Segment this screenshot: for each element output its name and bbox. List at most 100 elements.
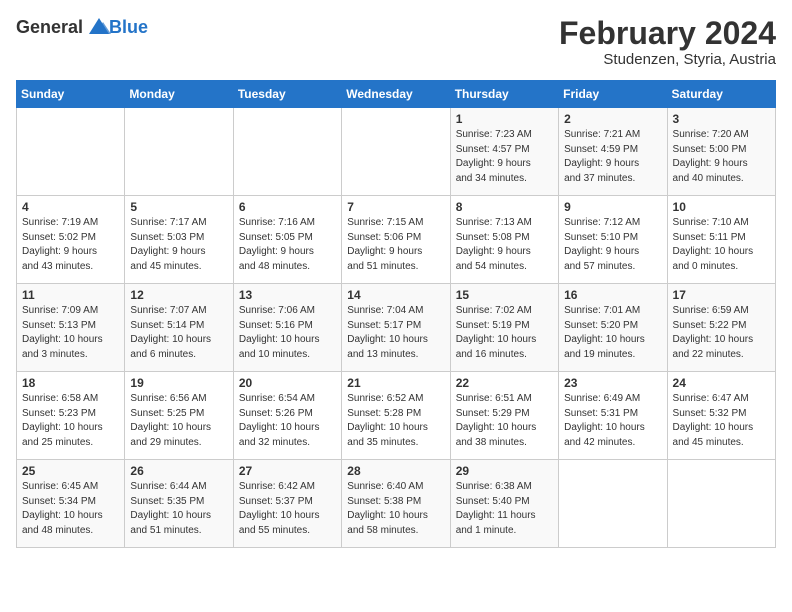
calendar-cell: 10 Sunrise: 7:10 AM Sunset: 5:11 PM Dayli… bbox=[667, 196, 775, 284]
calendar-cell: 16 Sunrise: 7:01 AM Sunset: 5:20 PM Dayli… bbox=[559, 284, 667, 372]
day-number: 3 bbox=[673, 112, 770, 126]
calendar-cell: 17 Sunrise: 6:59 AM Sunset: 5:22 PM Dayli… bbox=[667, 284, 775, 372]
cell-content: Sunrise: 6:59 AM Sunset: 5:22 PM Dayligh… bbox=[673, 304, 770, 362]
calendar-cell: 11 Sunrise: 7:09 AM Sunset: 5:13 PM Dayli… bbox=[17, 284, 125, 372]
day-number: 2 bbox=[564, 112, 661, 126]
cell-content: Sunrise: 7:01 AM Sunset: 5:20 PM Dayligh… bbox=[564, 304, 661, 362]
cell-content: Sunrise: 6:38 AM Sunset: 5:40 PM Dayligh… bbox=[456, 480, 553, 538]
day-number: 14 bbox=[347, 288, 444, 302]
cell-content: Sunrise: 7:21 AM Sunset: 4:59 PM Dayligh… bbox=[564, 128, 661, 186]
calendar-cell: 12 Sunrise: 7:07 AM Sunset: 5:14 PM Dayli… bbox=[125, 284, 233, 372]
week-row-1: 1 Sunrise: 7:23 AM Sunset: 4:57 PM Daylig… bbox=[17, 108, 776, 196]
calendar-cell: 27 Sunrise: 6:42 AM Sunset: 5:37 PM Dayli… bbox=[233, 460, 341, 548]
cell-content: Sunrise: 6:40 AM Sunset: 5:38 PM Dayligh… bbox=[347, 480, 444, 538]
calendar-cell: 2 Sunrise: 7:21 AM Sunset: 4:59 PM Daylig… bbox=[559, 108, 667, 196]
page-header: General Blue February 2024 Studenzen, St… bbox=[16, 16, 776, 68]
day-number: 23 bbox=[564, 376, 661, 390]
cell-content: Sunrise: 6:45 AM Sunset: 5:34 PM Dayligh… bbox=[22, 480, 119, 538]
cell-content: Sunrise: 7:19 AM Sunset: 5:02 PM Dayligh… bbox=[22, 216, 119, 274]
calendar-cell: 25 Sunrise: 6:45 AM Sunset: 5:34 PM Dayli… bbox=[17, 460, 125, 548]
day-number: 19 bbox=[130, 376, 227, 390]
calendar-cell bbox=[125, 108, 233, 196]
column-header-thursday: Thursday bbox=[450, 81, 558, 108]
cell-content: Sunrise: 7:15 AM Sunset: 5:06 PM Dayligh… bbox=[347, 216, 444, 274]
day-number: 11 bbox=[22, 288, 119, 302]
cell-content: Sunrise: 7:10 AM Sunset: 5:11 PM Dayligh… bbox=[673, 216, 770, 274]
calendar-cell: 9 Sunrise: 7:12 AM Sunset: 5:10 PM Daylig… bbox=[559, 196, 667, 284]
day-number: 8 bbox=[456, 200, 553, 214]
day-number: 25 bbox=[22, 464, 119, 478]
calendar-cell: 3 Sunrise: 7:20 AM Sunset: 5:00 PM Daylig… bbox=[667, 108, 775, 196]
cell-content: Sunrise: 7:16 AM Sunset: 5:05 PM Dayligh… bbox=[239, 216, 336, 274]
logo-general-text: General bbox=[16, 17, 83, 38]
cell-content: Sunrise: 7:09 AM Sunset: 5:13 PM Dayligh… bbox=[22, 304, 119, 362]
week-row-5: 25 Sunrise: 6:45 AM Sunset: 5:34 PM Dayli… bbox=[17, 460, 776, 548]
logo-blue-text: Blue bbox=[109, 17, 148, 38]
calendar-cell: 15Sunrise: 7:02 AM Sunset: 5:19 PM Dayli… bbox=[450, 284, 558, 372]
calendar-cell bbox=[342, 108, 450, 196]
header-row: SundayMondayTuesdayWednesdayThursdayFrid… bbox=[17, 81, 776, 108]
day-number: 27 bbox=[239, 464, 336, 478]
week-row-4: 18Sunrise: 6:58 AM Sunset: 5:23 PM Dayli… bbox=[17, 372, 776, 460]
column-header-tuesday: Tuesday bbox=[233, 81, 341, 108]
column-header-wednesday: Wednesday bbox=[342, 81, 450, 108]
cell-content: Sunrise: 7:12 AM Sunset: 5:10 PM Dayligh… bbox=[564, 216, 661, 274]
location-subtitle: Studenzen, Styria, Austria bbox=[559, 51, 776, 68]
day-number: 20 bbox=[239, 376, 336, 390]
cell-content: Sunrise: 6:42 AM Sunset: 5:37 PM Dayligh… bbox=[239, 480, 336, 538]
cell-content: Sunrise: 7:20 AM Sunset: 5:00 PM Dayligh… bbox=[673, 128, 770, 186]
calendar-cell: 7 Sunrise: 7:15 AM Sunset: 5:06 PM Daylig… bbox=[342, 196, 450, 284]
column-header-sunday: Sunday bbox=[17, 81, 125, 108]
day-number: 18 bbox=[22, 376, 119, 390]
day-number: 21 bbox=[347, 376, 444, 390]
cell-content: Sunrise: 6:51 AM Sunset: 5:29 PM Dayligh… bbox=[456, 392, 553, 450]
cell-content: Sunrise: 7:17 AM Sunset: 5:03 PM Dayligh… bbox=[130, 216, 227, 274]
day-number: 22 bbox=[456, 376, 553, 390]
calendar-cell: 24Sunrise: 6:47 AM Sunset: 5:32 PM Dayli… bbox=[667, 372, 775, 460]
day-number: 1 bbox=[456, 112, 553, 126]
cell-content: Sunrise: 7:07 AM Sunset: 5:14 PM Dayligh… bbox=[130, 304, 227, 362]
calendar-cell: 19Sunrise: 6:56 AM Sunset: 5:25 PM Dayli… bbox=[125, 372, 233, 460]
calendar-cell: 18Sunrise: 6:58 AM Sunset: 5:23 PM Dayli… bbox=[17, 372, 125, 460]
calendar-table: SundayMondayTuesdayWednesdayThursdayFrid… bbox=[16, 80, 776, 548]
day-number: 13 bbox=[239, 288, 336, 302]
day-number: 5 bbox=[130, 200, 227, 214]
day-number: 17 bbox=[673, 288, 770, 302]
calendar-cell bbox=[233, 108, 341, 196]
calendar-cell: 5 Sunrise: 7:17 AM Sunset: 5:03 PM Daylig… bbox=[125, 196, 233, 284]
day-number: 29 bbox=[456, 464, 553, 478]
day-number: 28 bbox=[347, 464, 444, 478]
week-row-3: 11 Sunrise: 7:09 AM Sunset: 5:13 PM Dayli… bbox=[17, 284, 776, 372]
calendar-cell: 6 Sunrise: 7:16 AM Sunset: 5:05 PM Daylig… bbox=[233, 196, 341, 284]
calendar-cell: 26Sunrise: 6:44 AM Sunset: 5:35 PM Dayli… bbox=[125, 460, 233, 548]
day-number: 9 bbox=[564, 200, 661, 214]
cell-content: Sunrise: 7:06 AM Sunset: 5:16 PM Dayligh… bbox=[239, 304, 336, 362]
logo: General Blue bbox=[16, 16, 148, 38]
cell-content: Sunrise: 7:04 AM Sunset: 5:17 PM Dayligh… bbox=[347, 304, 444, 362]
calendar-cell: 22 Sunrise: 6:51 AM Sunset: 5:29 PM Dayli… bbox=[450, 372, 558, 460]
title-area: February 2024 Studenzen, Styria, Austria bbox=[559, 16, 776, 68]
day-number: 10 bbox=[673, 200, 770, 214]
column-header-saturday: Saturday bbox=[667, 81, 775, 108]
calendar-cell bbox=[559, 460, 667, 548]
cell-content: Sunrise: 7:23 AM Sunset: 4:57 PM Dayligh… bbox=[456, 128, 553, 186]
column-header-friday: Friday bbox=[559, 81, 667, 108]
calendar-cell: 4Sunrise: 7:19 AM Sunset: 5:02 PM Daylig… bbox=[17, 196, 125, 284]
calendar-cell: 20Sunrise: 6:54 AM Sunset: 5:26 PM Dayli… bbox=[233, 372, 341, 460]
calendar-cell: 14 Sunrise: 7:04 AM Sunset: 5:17 PM Dayli… bbox=[342, 284, 450, 372]
calendar-cell bbox=[667, 460, 775, 548]
day-number: 15 bbox=[456, 288, 553, 302]
calendar-cell: 29 Sunrise: 6:38 AM Sunset: 5:40 PM Dayli… bbox=[450, 460, 558, 548]
day-number: 12 bbox=[130, 288, 227, 302]
cell-content: Sunrise: 6:44 AM Sunset: 5:35 PM Dayligh… bbox=[130, 480, 227, 538]
month-year-title: February 2024 bbox=[559, 16, 776, 51]
column-header-monday: Monday bbox=[125, 81, 233, 108]
day-number: 7 bbox=[347, 200, 444, 214]
calendar-cell: 28 Sunrise: 6:40 AM Sunset: 5:38 PM Dayli… bbox=[342, 460, 450, 548]
day-number: 6 bbox=[239, 200, 336, 214]
calendar-cell: 8Sunrise: 7:13 AM Sunset: 5:08 PM Daylig… bbox=[450, 196, 558, 284]
day-number: 16 bbox=[564, 288, 661, 302]
cell-content: Sunrise: 6:49 AM Sunset: 5:31 PM Dayligh… bbox=[564, 392, 661, 450]
calendar-cell: 21Sunrise: 6:52 AM Sunset: 5:28 PM Dayli… bbox=[342, 372, 450, 460]
day-number: 24 bbox=[673, 376, 770, 390]
